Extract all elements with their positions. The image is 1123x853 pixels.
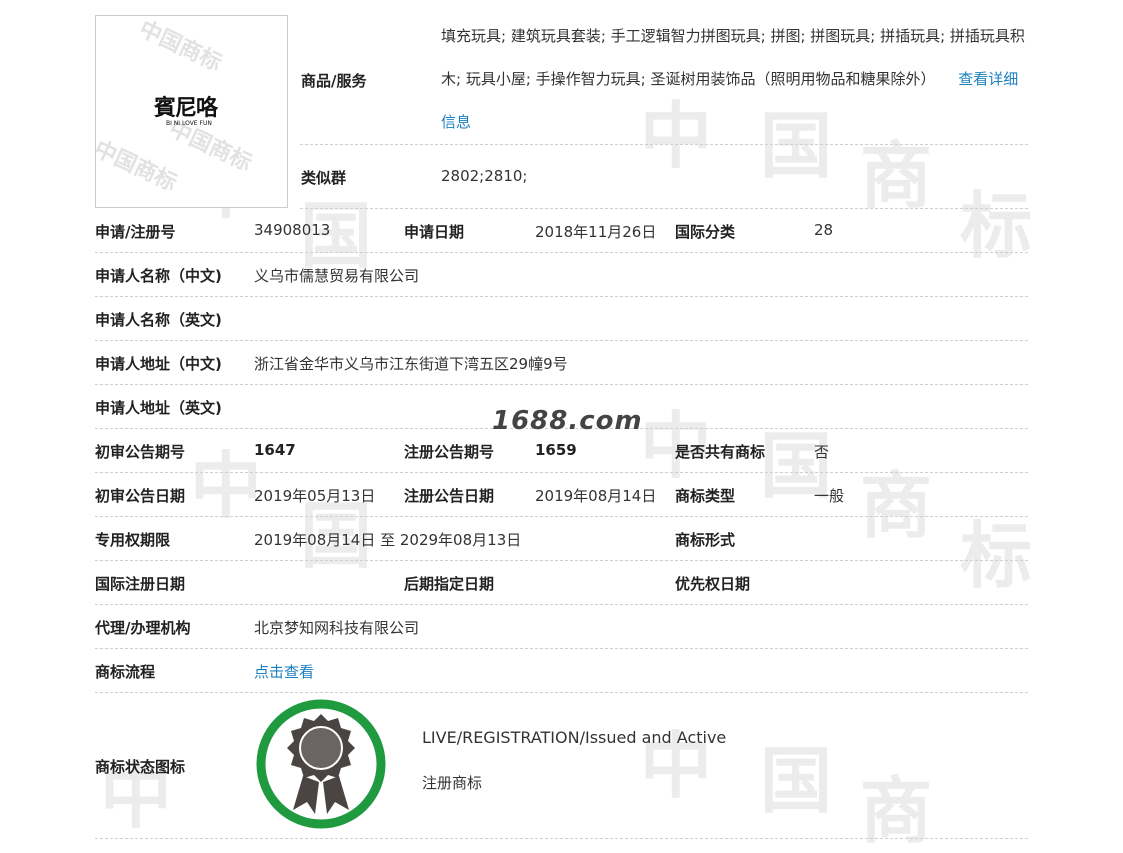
intl-reg-row: 国际注册日期 后期指定日期 优先权日期 bbox=[95, 560, 1028, 605]
agent-value: 北京梦知网科技有限公司 bbox=[254, 619, 420, 637]
prelim-date-value: 2019年05月13日 bbox=[254, 487, 376, 505]
similar-group-value: 2802;2810; bbox=[441, 167, 528, 185]
prelim-date-label: 初审公告日期 bbox=[95, 487, 186, 505]
applicant-cn-row: 申请人名称（中文) 义乌市儒慧贸易有限公司 bbox=[95, 252, 1028, 297]
logo-image: 賓尼咯 bbox=[154, 96, 218, 121]
reg-announce-date-value: 2019年08月14日 bbox=[535, 487, 657, 505]
prelim-no-label: 初审公告期号 bbox=[95, 443, 186, 461]
priority-date-label: 优先权日期 bbox=[675, 575, 751, 593]
reg-announce-no-label: 注册公告期号 bbox=[404, 443, 495, 461]
status-en-text: LIVE/REGISTRATION/Issued and Active bbox=[422, 728, 727, 747]
shared-mark-label: 是否共有商标 bbox=[675, 443, 766, 461]
address-cn-value: 浙江省金华市义乌市江东街道下湾五区29幢9号 bbox=[254, 355, 568, 373]
trademark-logo: 中国商标 中国商标 中国商标 賓尼咯 BI NI LOVE FUN bbox=[95, 15, 288, 208]
prelim-no-value: 1647 bbox=[254, 441, 296, 459]
term-value: 2019年08月14日 至 2029年08月13日 bbox=[254, 531, 522, 549]
shared-mark-value: 否 bbox=[814, 443, 830, 461]
agent-label: 代理/办理机构 bbox=[95, 619, 191, 637]
intl-class-value: 28 bbox=[814, 221, 834, 239]
mark-type-label: 商标类型 bbox=[675, 487, 736, 505]
reg-number-label: 申请/注册号 bbox=[95, 223, 176, 241]
status-cn-text: 注册商标 bbox=[422, 774, 483, 792]
similar-group-row: 类似群 2802;2810; bbox=[300, 144, 1028, 209]
flow-row: 商标流程 点击查看 bbox=[95, 648, 1028, 693]
app-date-label: 申请日期 bbox=[404, 223, 465, 241]
goods-text: 填充玩具; 建筑玩具套装; 手工逻辑智力拼图玩具; 拼图; 拼图玩具; 拼插玩具… bbox=[441, 27, 1025, 88]
applicant-en-label: 申请人名称（英文) bbox=[95, 311, 222, 329]
address-cn-label: 申请人地址（中文) bbox=[95, 355, 222, 373]
logo-watermark: 中国商标 bbox=[135, 16, 226, 77]
reg-number-value: 34908013 bbox=[254, 221, 331, 239]
goods-label: 商品/服务 bbox=[301, 72, 367, 90]
logo-watermark: 中国商标 bbox=[165, 116, 256, 177]
flow-link[interactable]: 点击查看 bbox=[254, 661, 314, 682]
applicant-cn-value: 义乌市儒慧贸易有限公司 bbox=[254, 267, 420, 285]
applicant-cn-label: 申请人名称（中文) bbox=[95, 267, 222, 285]
logo-watermark: 中国商标 bbox=[95, 136, 181, 197]
site-watermark: 1688.com bbox=[492, 406, 643, 436]
intl-reg-date-label: 国际注册日期 bbox=[95, 575, 186, 593]
logo-subtext: BI NI LOVE FUN bbox=[166, 120, 212, 127]
term-label: 专用权期限 bbox=[95, 531, 171, 549]
mark-type-value: 一般 bbox=[814, 487, 845, 505]
address-cn-row: 申请人地址（中文) 浙江省金华市义乌市江东街道下湾五区29幢9号 bbox=[95, 340, 1028, 385]
announcement-date-row: 初审公告日期 2019年05月13日 注册公告日期 2019年08月14日 商标… bbox=[95, 472, 1028, 517]
address-en-label: 申请人地址（英文) bbox=[95, 399, 222, 417]
status-row: 商标状态图标 LIVE/REGISTRATION/Issued and Acti… bbox=[95, 692, 1028, 839]
later-designation-label: 后期指定日期 bbox=[404, 575, 495, 593]
flow-label: 商标流程 bbox=[95, 663, 156, 681]
reg-row: 申请/注册号 34908013 申请日期 2018年11月26日 国际分类 28 bbox=[95, 208, 1028, 253]
app-date-value: 2018年11月26日 bbox=[535, 223, 657, 241]
goods-row: 商品/服务 填充玩具; 建筑玩具套装; 手工逻辑智力拼图玩具; 拼图; 拼图玩具… bbox=[300, 0, 1028, 145]
intl-class-label: 国际分类 bbox=[675, 223, 736, 241]
registered-seal-icon bbox=[256, 699, 386, 829]
reg-announce-date-label: 注册公告日期 bbox=[404, 487, 495, 505]
status-icon-label: 商标状态图标 bbox=[95, 758, 186, 776]
term-row: 专用权期限 2019年08月14日 至 2029年08月13日 商标形式 bbox=[95, 516, 1028, 561]
applicant-en-row: 申请人名称（英文) bbox=[95, 296, 1028, 341]
reg-announce-no-value: 1659 bbox=[535, 441, 577, 459]
mark-form-label: 商标形式 bbox=[675, 531, 736, 549]
trademark-detail: 中国商标 中国商标 中国商标 賓尼咯 BI NI LOVE FUN 商品/服务 … bbox=[0, 0, 1123, 840]
agent-row: 代理/办理机构 北京梦知网科技有限公司 bbox=[95, 604, 1028, 649]
goods-list: 填充玩具; 建筑玩具套装; 手工逻辑智力拼图玩具; 拼图; 拼图玩具; 拼插玩具… bbox=[441, 15, 1029, 144]
similar-group-label: 类似群 bbox=[301, 169, 347, 187]
